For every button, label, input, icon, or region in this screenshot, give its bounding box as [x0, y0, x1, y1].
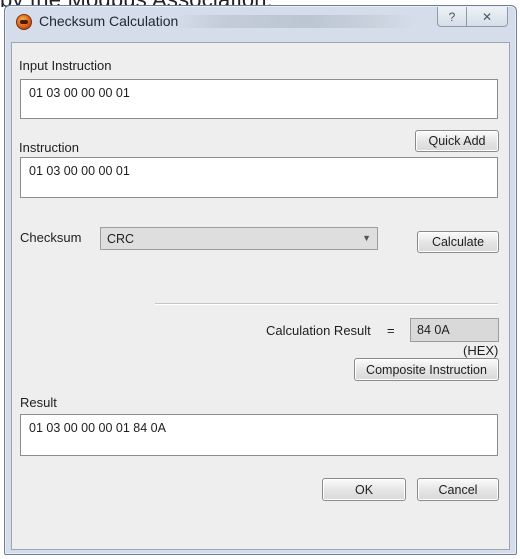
title-blur — [175, 15, 415, 28]
cancel-button[interactable]: Cancel — [417, 478, 499, 501]
calculation-result-label: Calculation Result — [266, 323, 371, 338]
ok-button[interactable]: OK — [322, 478, 406, 501]
checksum-selected-value: CRC — [107, 231, 135, 246]
calculation-result-value: 84 0A — [410, 318, 499, 342]
help-icon: ? — [448, 9, 456, 24]
close-icon: ✕ — [481, 9, 493, 24]
help-button[interactable]: ? — [437, 7, 467, 27]
chevron-down-icon: ▼ — [362, 233, 371, 243]
instruction-label: Instruction — [19, 140, 79, 155]
quick-add-button[interactable]: Quick Add — [415, 130, 499, 152]
close-button[interactable]: ✕ — [466, 7, 508, 27]
input-instruction-label: Input Instruction — [19, 58, 112, 73]
app-icon — [16, 14, 32, 30]
title-bar: Checksum Calculation ? ✕ — [5, 6, 516, 36]
checksum-select[interactable]: CRC ▼ — [100, 227, 378, 250]
checksum-dialog: Checksum Calculation ? ✕ Input Instructi… — [4, 5, 517, 555]
equals-sign: = — [387, 323, 395, 338]
dialog-client-area: Input Instruction 01 03 00 00 00 01 Quic… — [11, 42, 510, 550]
result-field[interactable]: 01 03 00 00 00 01 84 0A — [20, 414, 498, 456]
result-label: Result — [20, 395, 57, 410]
separator — [155, 303, 498, 305]
composite-instruction-button[interactable]: Composite Instruction — [354, 358, 499, 381]
dialog-title: Checksum Calculation — [39, 13, 179, 29]
instruction-field[interactable]: 01 03 00 00 00 01 — [20, 157, 498, 198]
input-instruction-field[interactable]: 01 03 00 00 00 01 — [20, 79, 498, 119]
hex-unit-label: (HEX) — [463, 343, 499, 358]
checksum-label: Checksum — [20, 230, 82, 245]
calculate-button[interactable]: Calculate — [417, 231, 499, 253]
